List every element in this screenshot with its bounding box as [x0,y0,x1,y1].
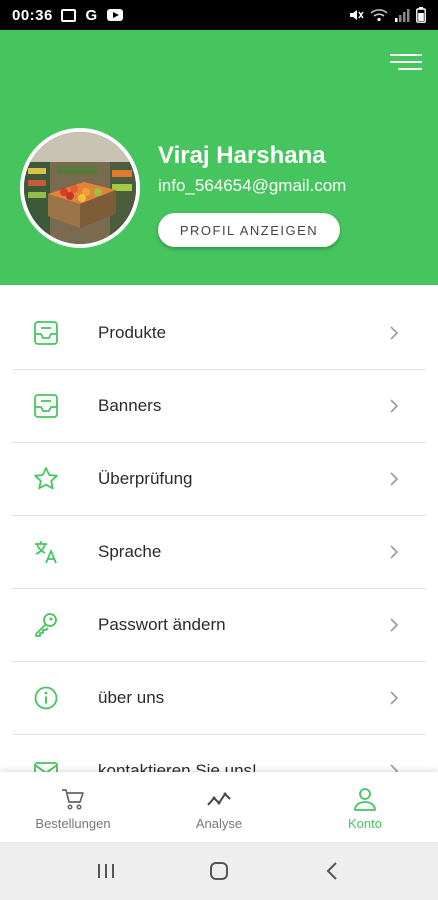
menu-item-banners[interactable]: Banners [12,370,426,443]
chevron-right-icon [390,399,399,413]
info-icon [34,686,58,710]
youtube-icon [106,9,123,21]
wifi-icon [370,9,388,22]
menu-item-label: Banners [98,396,162,415]
menu-item-label: über uns [98,688,165,707]
profile-email: info_564654@gmail.com [158,176,347,195]
avatar [20,128,140,248]
translate-icon [35,541,57,564]
chevron-right-icon [390,326,399,340]
back-icon[interactable] [317,856,347,886]
grocery-store-photo [24,132,136,244]
view-profile-button[interactable]: PROFIL ANZEIGEN [158,213,340,247]
menu-item-label: Überprüfung [98,469,193,488]
profile-name: Viraj Harshana [158,142,326,169]
nav-label: Analyse [195,816,243,831]
chevron-right-icon [390,764,399,772]
mail-icon [34,762,58,772]
status-time: 00:36 [12,6,53,24]
signal-icon [395,9,410,22]
user-icon [354,788,376,811]
account-menu-list: Produkte Banners Überprüfung Sprache Pas… [0,285,438,772]
hamburger-menu-icon[interactable] [390,54,422,74]
trend-line-icon [207,792,231,806]
nav-tab-bestellungen[interactable]: Bestellungen [0,772,146,842]
chevron-right-icon [390,472,399,486]
inbox-tray-icon [34,394,58,418]
chevron-right-icon [390,691,399,705]
key-icon [35,613,57,637]
profile-header: Viraj Harshana info_564654@gmail.com PRO… [0,30,438,285]
menu-item-produkte[interactable]: Produkte [12,297,426,370]
nav-tab-analyse[interactable]: Analyse [146,772,292,842]
menu-item-label: Produkte [98,323,167,342]
cart-icon [62,789,84,810]
google-icon: G [85,6,98,24]
status-bar: 00:36 G [0,0,438,30]
menu-item-passwort-aendern[interactable]: Passwort ändern [12,589,426,662]
home-icon[interactable] [204,856,234,886]
nav-tab-konto[interactable]: Konto [292,772,438,842]
inbox-tray-icon [34,321,58,345]
chevron-right-icon [390,618,399,632]
nav-label: Konto [348,816,382,831]
menu-item-label: Sprache [98,542,162,561]
bottom-navigation: Bestellungen Analyse Konto [0,772,438,842]
menu-item-kontakt[interactable]: kontaktieren Sie uns! [12,735,426,772]
nav-label: Bestellungen [35,816,111,831]
menu-item-sprache[interactable]: Sprache [12,516,426,589]
star-icon [34,467,58,490]
chevron-right-icon [390,545,399,559]
battery-icon [416,7,426,23]
menu-item-ueber-uns[interactable]: über uns [12,662,426,735]
recents-icon[interactable] [91,856,121,886]
mute-icon [350,10,364,20]
menu-item-ueberpruefung[interactable]: Überprüfung [12,443,426,516]
menu-item-label: kontaktieren Sie uns! [98,761,257,772]
system-navigation-bar [0,842,438,900]
image-icon [60,8,76,22]
menu-item-label: Passwort ändern [98,615,226,634]
